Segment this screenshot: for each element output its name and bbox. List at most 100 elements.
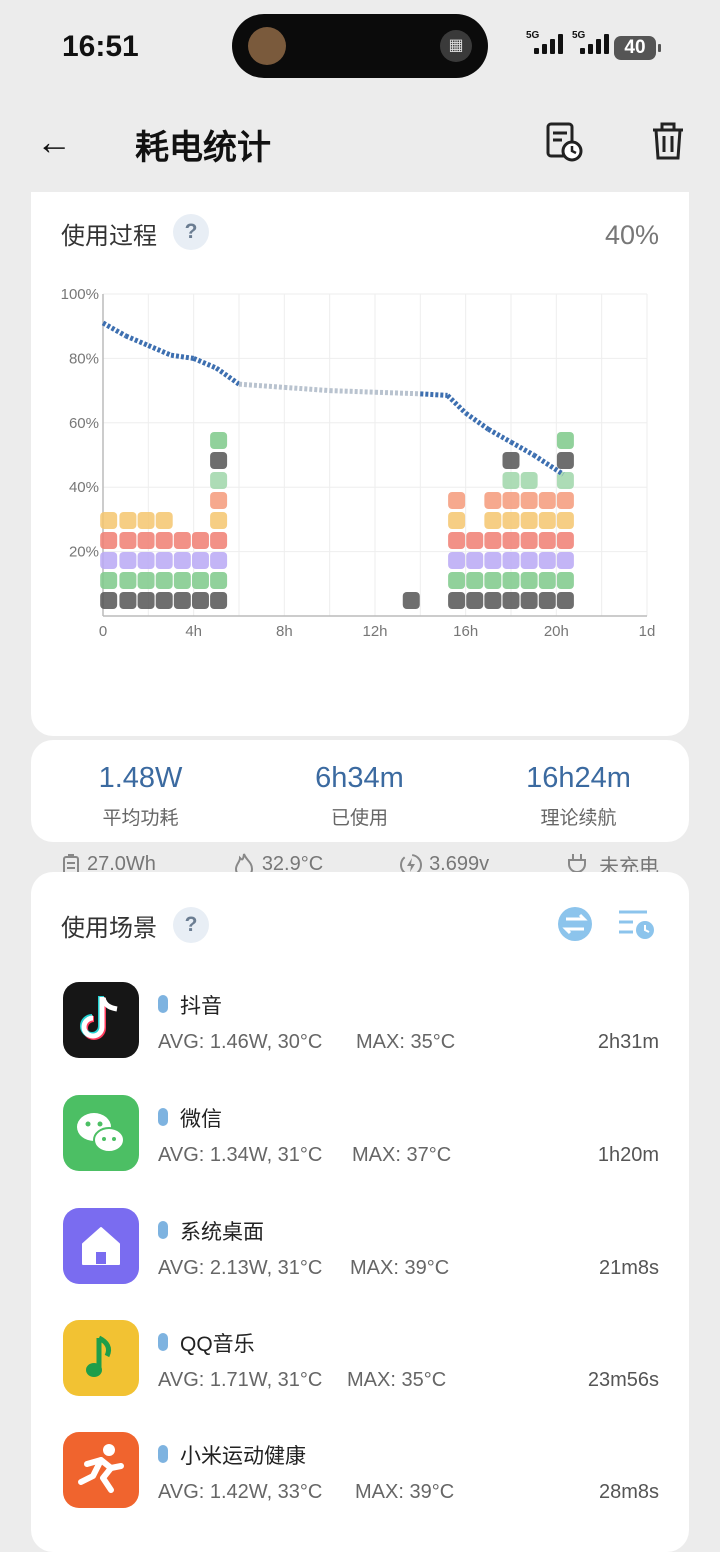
sort-toggle-icon[interactable] bbox=[555, 904, 595, 944]
usage-app-tile bbox=[155, 592, 173, 609]
usage-app-tile bbox=[100, 552, 118, 569]
usage-app-tile bbox=[210, 472, 228, 489]
usage-app-tile bbox=[210, 492, 228, 509]
app-item-douyin[interactable]: 抖音 AVG: 1.46W, 30°C MAX: 35°C 2h31m bbox=[31, 982, 689, 1082]
usage-app-tile bbox=[137, 572, 155, 589]
usage-app-tile bbox=[119, 572, 137, 589]
usage-app-tile bbox=[520, 572, 538, 589]
usage-app-tile bbox=[466, 552, 484, 569]
battery-line-segment bbox=[374, 389, 421, 397]
usage-app-tile bbox=[448, 532, 466, 549]
usage-app-tile bbox=[484, 572, 502, 589]
usage-app-tile bbox=[155, 552, 173, 569]
usage-app-tile bbox=[210, 512, 228, 529]
usage-app-tile bbox=[100, 592, 118, 609]
x-tick-label: 16h bbox=[453, 623, 478, 640]
usage-app-tile bbox=[191, 572, 209, 589]
battery-indicator: 40 bbox=[614, 36, 661, 60]
battery-line-segment bbox=[124, 333, 150, 348]
delete-icon[interactable] bbox=[644, 118, 692, 166]
battery-line-segment bbox=[284, 384, 330, 394]
battery-line-segment bbox=[464, 411, 490, 432]
battery-line-segment bbox=[487, 427, 513, 445]
y-tick-label: 60% bbox=[69, 415, 99, 432]
usage-app-tile bbox=[538, 532, 556, 549]
usage-app-tile bbox=[556, 592, 574, 609]
app-item-wechat[interactable]: 微信 AVG: 1.34W, 31°C MAX: 37°C 1h20m bbox=[31, 1095, 689, 1195]
battery-line-segment bbox=[445, 393, 468, 415]
usage-app-tile bbox=[448, 552, 466, 569]
usage-app-tile bbox=[173, 552, 191, 569]
usage-app-tile bbox=[466, 532, 484, 549]
page-title: 耗电统计 bbox=[135, 129, 271, 167]
app-item-mi-fitness[interactable]: 小米运动健康 AVG: 1.42W, 33°C MAX: 39°C 28m8s bbox=[31, 1432, 689, 1532]
x-tick-label: 12h bbox=[362, 623, 387, 640]
usage-app-tile bbox=[191, 592, 209, 609]
usage-app-tile bbox=[210, 552, 228, 569]
back-arrow-icon[interactable]: ← bbox=[32, 120, 76, 164]
usage-app-tile bbox=[520, 472, 538, 489]
signal-sim2-icon: 5G bbox=[572, 30, 609, 54]
usage-app-tile bbox=[137, 512, 155, 529]
color-marker bbox=[158, 1333, 168, 1351]
dynamic-island[interactable]: ▦ bbox=[232, 14, 488, 78]
help-icon[interactable]: ? bbox=[173, 907, 209, 943]
usage-app-tile bbox=[538, 512, 556, 529]
battery-line-segment bbox=[238, 381, 285, 390]
usage-app-tile bbox=[191, 552, 209, 569]
history-icon[interactable] bbox=[540, 118, 588, 166]
usage-scenes-card: 使用场景 ? 抖音 AVG: 1.46W, 30°C MAX: 35°C 2h3… bbox=[31, 872, 689, 1552]
usage-app-tile bbox=[448, 492, 466, 509]
remaining-time-metric: 16h24m 理论续航 bbox=[526, 762, 631, 829]
y-tick-label: 40% bbox=[69, 479, 99, 496]
usage-app-tile bbox=[502, 472, 520, 489]
usage-app-tile bbox=[466, 592, 484, 609]
usage-app-tile bbox=[402, 592, 420, 609]
usage-app-tile bbox=[137, 592, 155, 609]
app-item-qqmusic[interactable]: QQ音乐 AVG: 1.71W, 31°C MAX: 35°C 23m56s bbox=[31, 1320, 689, 1420]
y-tick-label: 20% bbox=[69, 544, 99, 561]
music-icon bbox=[63, 1320, 139, 1396]
usage-app-tile bbox=[210, 432, 228, 449]
status-time: 16:51 bbox=[62, 30, 139, 63]
time-sort-icon[interactable] bbox=[615, 904, 655, 944]
x-tick-label: 4h bbox=[185, 623, 202, 640]
wechat-icon bbox=[63, 1095, 139, 1171]
usage-app-tile bbox=[484, 512, 502, 529]
app-bar: ← 耗电统计 bbox=[0, 100, 720, 184]
usage-app-tile bbox=[502, 592, 520, 609]
battery-chart: 100% 80% 60% 40% 20% 0 4h 8h 12h 16h 20h 1d bbox=[61, 286, 656, 640]
color-marker bbox=[158, 1221, 168, 1239]
usage-app-tile bbox=[502, 552, 520, 569]
usage-app-tile bbox=[119, 592, 137, 609]
usage-app-tile bbox=[191, 532, 209, 549]
battery-line-segment bbox=[420, 391, 448, 398]
usage-app-tile bbox=[556, 512, 574, 529]
usage-app-tile bbox=[502, 572, 520, 589]
usage-app-tile bbox=[448, 512, 466, 529]
usage-app-tile bbox=[448, 592, 466, 609]
usage-app-tile bbox=[502, 532, 520, 549]
usage-app-tile bbox=[484, 592, 502, 609]
avg-power-metric: 1.48W 平均功耗 bbox=[98, 762, 183, 829]
usage-app-tile bbox=[520, 552, 538, 569]
media-thumbnail bbox=[248, 27, 286, 65]
usage-app-tile bbox=[502, 512, 520, 529]
battery-line-segment bbox=[101, 320, 127, 339]
home-icon bbox=[63, 1208, 139, 1284]
usage-app-tile bbox=[520, 492, 538, 509]
y-tick-label: 100% bbox=[61, 286, 99, 303]
color-marker bbox=[158, 995, 168, 1013]
x-tick-label: 20h bbox=[544, 623, 569, 640]
color-marker bbox=[158, 1108, 168, 1126]
usage-app-tile bbox=[448, 572, 466, 589]
status-bar: 16:51 ▦ 5G 5G 40 bbox=[0, 0, 720, 95]
usage-app-tile bbox=[137, 552, 155, 569]
app-item-launcher[interactable]: 系统桌面 AVG: 2.13W, 31°C MAX: 39°C 21m8s bbox=[31, 1208, 689, 1308]
usage-app-tile bbox=[119, 532, 137, 549]
usage-app-tile bbox=[538, 592, 556, 609]
x-tick-label: 1d bbox=[639, 623, 656, 640]
douyin-icon bbox=[63, 982, 139, 1058]
usage-app-tile bbox=[137, 532, 155, 549]
usage-app-tile bbox=[556, 572, 574, 589]
